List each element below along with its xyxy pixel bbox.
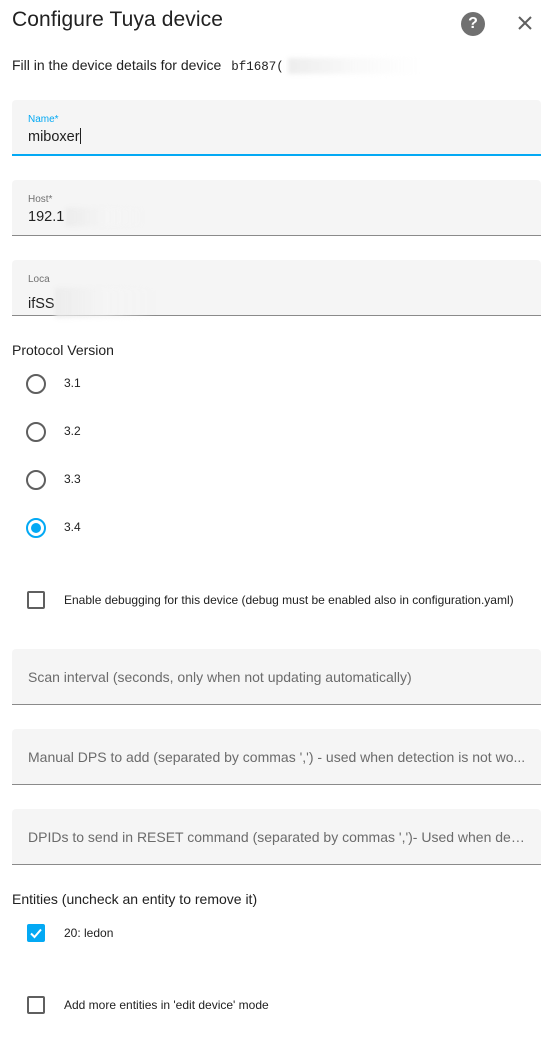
name-field[interactable]: Name* miboxer xyxy=(12,100,541,156)
local-key-field-value[interactable]: ifSS xyxy=(28,288,155,318)
redacted-local-key xyxy=(54,288,155,318)
host-field-label: Host* xyxy=(28,194,53,205)
device-id: bf1687( xyxy=(231,60,284,74)
dialog-description: Fill in the device details for device bf… xyxy=(12,57,418,75)
add-more-checkbox-label: Add more entities in 'edit device' mode xyxy=(64,998,269,1012)
host-field[interactable]: Host* 192.1 xyxy=(12,180,541,236)
name-field-label: Name* xyxy=(28,114,59,125)
radio-button[interactable] xyxy=(26,374,46,394)
radio-label: 3.2 xyxy=(64,424,81,438)
manual-dps-field[interactable]: Manual DPS to add (separated by commas '… xyxy=(12,729,541,785)
help-icon[interactable]: ? xyxy=(461,12,485,36)
description-text: Fill in the device details for device xyxy=(12,57,222,73)
dialog-title: Configure Tuya device xyxy=(12,8,224,31)
debug-checkbox[interactable] xyxy=(27,591,45,609)
debug-checkbox-label: Enable debugging for this device (debug … xyxy=(64,593,514,607)
local-key-field[interactable]: Loca ifSS xyxy=(12,260,541,318)
redacted-host xyxy=(66,208,147,226)
scan-interval-placeholder: Scan interval (seconds, only when not up… xyxy=(28,669,412,685)
reset-dpids-field[interactable]: DPIDs to send in RESET command (separate… xyxy=(12,809,541,865)
entity-checkbox[interactable] xyxy=(27,924,45,942)
redacted-device-id xyxy=(287,58,418,75)
entity-checkbox-label: 20: ledon xyxy=(64,926,114,940)
scan-interval-field[interactable]: Scan interval (seconds, only when not up… xyxy=(12,649,541,705)
manual-dps-placeholder: Manual DPS to add (separated by commas '… xyxy=(28,749,526,765)
radio-button-selected[interactable] xyxy=(26,518,46,538)
radio-button[interactable] xyxy=(26,470,46,490)
dialog-header: Configure Tuya device ? xyxy=(0,0,552,48)
name-field-value[interactable]: miboxer xyxy=(28,128,81,145)
host-field-value[interactable]: 192.1 xyxy=(28,208,147,226)
radio-label: 3.1 xyxy=(64,376,81,390)
reset-dpids-placeholder: DPIDs to send in RESET command (separate… xyxy=(28,829,528,845)
entities-label: Entities (uncheck an entity to remove it… xyxy=(12,891,258,907)
close-icon[interactable] xyxy=(513,11,537,35)
add-more-checkbox[interactable] xyxy=(27,996,45,1014)
radio-label: 3.3 xyxy=(64,472,81,486)
protocol-version-label: Protocol Version xyxy=(12,342,114,358)
local-key-field-label: Loca xyxy=(28,274,50,285)
radio-label: 3.4 xyxy=(64,520,81,534)
radio-button[interactable] xyxy=(26,422,46,442)
